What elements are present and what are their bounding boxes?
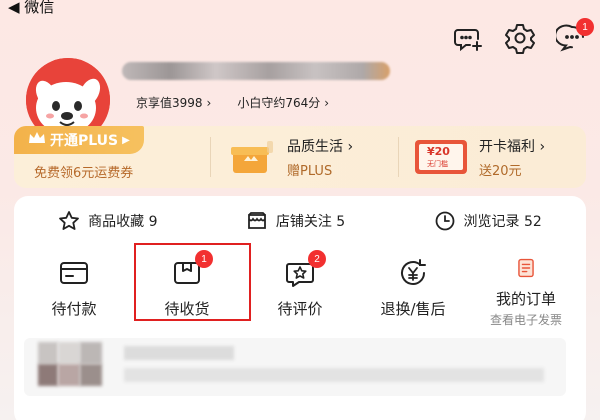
redacted-order-preview [24, 338, 566, 396]
shop-icon [247, 212, 266, 229]
refund-icon [401, 259, 426, 285]
invoice-link[interactable]: 查看电子发票 [490, 311, 562, 328]
order-status-row: 待付款 1 待收货 2 待评价 退换/售后 我的订单 查看电子发票 [24, 248, 576, 328]
shop-follow-stat[interactable]: 店铺关注 5 [246, 210, 345, 232]
order-refund[interactable]: 退换/售后 [363, 248, 463, 328]
open-plus-label: 开通PLUS [50, 133, 119, 149]
wallet-icon [60, 262, 88, 284]
xiaobai-credit[interactable]: 小白守约764分 › [237, 94, 329, 111]
clock-icon [435, 211, 454, 231]
settings-icon[interactable] [504, 22, 536, 54]
order-list-icon [518, 258, 534, 278]
chevron-right-icon: › [324, 96, 330, 110]
chevron-right-icon: › [539, 138, 546, 155]
star-icon [59, 211, 80, 230]
message-badge: 1 [576, 18, 594, 36]
jingxiang-value[interactable]: 京享值3998 › [136, 94, 211, 111]
coupon-icon: ¥20 无门槛 [415, 140, 467, 174]
favorites-stat[interactable]: 商品收藏 9 [58, 210, 158, 232]
history-stat[interactable]: 浏览记录 52 [434, 210, 542, 232]
coupon-amount: ¥20 [427, 145, 450, 158]
gift-box-icon [227, 137, 275, 177]
crown-icon [28, 131, 46, 149]
plus-banner: 开通PLUS ▶ 免费领6元运费券 品质生活 › 赠PLUS ¥20 无门槛 开… [14, 126, 586, 188]
stat-label: 店铺关注 5 [275, 214, 346, 230]
highlight-box [134, 243, 251, 321]
order-badge: 2 [308, 250, 326, 268]
jingxiang-label: 京享值3998 [136, 96, 203, 110]
plus-item-desc: 送20元 [479, 163, 522, 179]
order-label: 我的订单 [495, 290, 556, 308]
header-actions: 1 [452, 18, 594, 54]
add-friend-icon[interactable] [452, 22, 484, 54]
open-plus-sub: 免费领6元运费券 [34, 166, 134, 181]
plus-quality-life[interactable]: 品质生活 › 赠PLUS [211, 136, 398, 179]
message-icon[interactable]: 1 [554, 18, 594, 54]
coupon-note: 无门槛 [427, 160, 448, 168]
user-stats: 京享值3998 › 小白守约764分 › [136, 94, 329, 111]
order-label: 待付款 [51, 300, 97, 318]
stat-label: 商品收藏 9 [88, 214, 158, 230]
order-label: 待评价 [277, 300, 323, 318]
plus-item-desc: 赠PLUS [287, 163, 333, 179]
chevron-right-icon: › [206, 96, 212, 110]
stat-label: 浏览记录 52 [463, 214, 542, 230]
stats-row: 商品收藏 9 店铺关注 5 浏览记录 52 [14, 206, 586, 236]
plus-item-title: 开卡福利 [479, 138, 535, 155]
order-label: 退换/售后 [380, 300, 446, 318]
plus-card-benefit[interactable]: ¥20 无门槛 开卡福利 › 送20元 [399, 136, 586, 179]
open-plus-button[interactable]: 开通PLUS ▶ [14, 126, 144, 154]
open-plus[interactable]: 开通PLUS ▶ 免费领6元运费券 [14, 126, 210, 188]
order-all[interactable]: 我的订单 查看电子发票 [476, 248, 576, 328]
chevron-right-icon: › [347, 138, 354, 155]
username-redacted [122, 62, 390, 80]
order-pending-payment[interactable]: 待付款 [24, 248, 124, 328]
back-to-wechat[interactable]: ◀ 微信 [8, 0, 54, 17]
order-pending-review[interactable]: 2 待评价 [250, 248, 350, 328]
plus-item-title: 品质生活 [287, 138, 343, 155]
triangle-right-icon: ▶ [122, 134, 130, 146]
xiaobai-label: 小白守约764分 [237, 96, 321, 110]
